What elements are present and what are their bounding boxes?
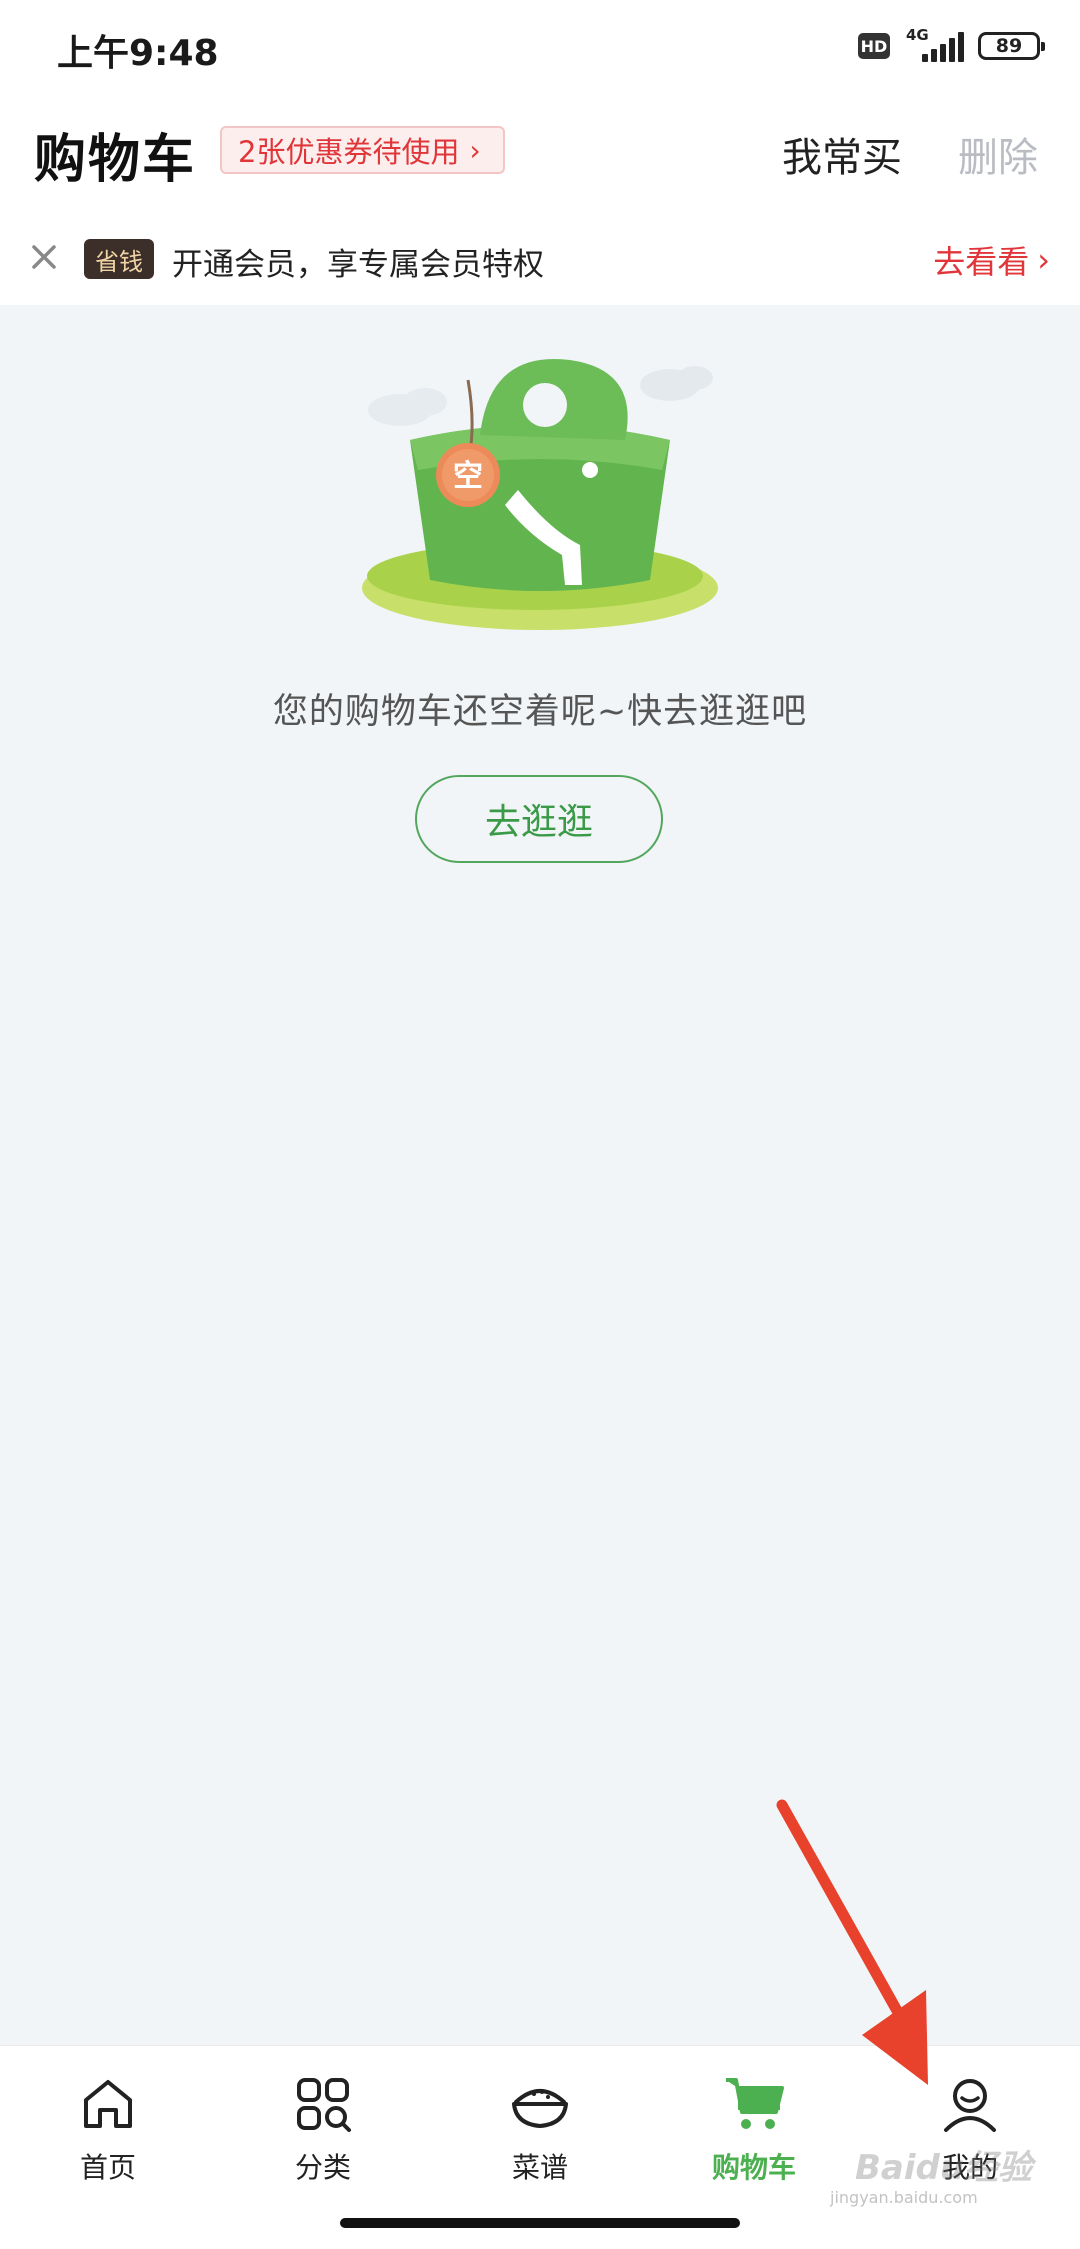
nav-label-home: 首页 [79,2151,136,2184]
chevron-right-icon: › [1037,241,1050,279]
page-title: 购物车 [34,130,197,190]
member-banner-text: 开通会员，享专属会员特权 [172,247,544,283]
delete-button[interactable]: 删除 [958,125,1038,183]
signal-icon: 4G [904,26,964,64]
watermark-logo: Baidu经验 [855,2148,1033,2188]
battery-icon: 89 [978,32,1045,60]
watermark-url: jingyan.baidu.com [830,2188,978,2207]
hd-icon: HD [858,33,890,59]
go-browse-button[interactable]: 去逛逛 [415,775,663,863]
profile-icon [944,2079,996,2132]
empty-tag-text: 空 [453,459,483,494]
member-banner-link[interactable]: 去看看 › [933,237,1050,283]
nav-item-cart[interactable]: 购物车 [684,2072,824,2202]
close-icon[interactable] [24,237,64,277]
category-icon [297,2078,351,2132]
member-banner: 省钱 开通会员，享专属会员特权 去看看 › [0,215,1080,305]
empty-cart-area: 空 您的购物车还空着呢~快去逛逛吧 去逛逛 [0,305,1080,2045]
nav-label-cart: 购物车 [711,2151,796,2184]
status-time: 上午9:48 [57,33,219,74]
cart-icon [726,2078,784,2129]
coupon-label: 2张优惠券待使用 [238,135,460,169]
member-banner-link-label: 去看看 [933,243,1030,281]
header-actions: 我常买 删除 [782,125,1038,183]
nav-label-category: 分类 [294,2151,351,2184]
recipe-icon [512,2089,568,2128]
empty-basket-illustration: 空 [362,358,718,630]
status-icons: HD 4G 89 [858,26,1045,66]
status-bar: 上午9:48 HD 4G 89 [0,0,1080,95]
frequent-buy-button[interactable]: 我常买 [782,125,902,183]
battery-level: 89 [995,35,1023,57]
nav-item-category[interactable]: 分类 [253,2072,393,2202]
home-indicator [340,2218,740,2228]
nav-item-recipe[interactable]: 菜谱 [470,2072,610,2202]
chevron-right-icon: › [469,133,481,167]
empty-cart-message: 您的购物车还空着呢~快去逛逛吧 [272,692,808,732]
nav-label-recipe: 菜谱 [511,2151,568,2184]
home-icon [84,2080,132,2128]
nav-item-home[interactable]: 首页 [38,2072,178,2202]
save-money-tag: 省钱 [84,239,154,279]
coupon-badge[interactable]: 2张优惠券待使用 › [220,126,505,174]
header: 购物车 2张优惠券待使用 › 我常买 删除 [0,95,1080,215]
